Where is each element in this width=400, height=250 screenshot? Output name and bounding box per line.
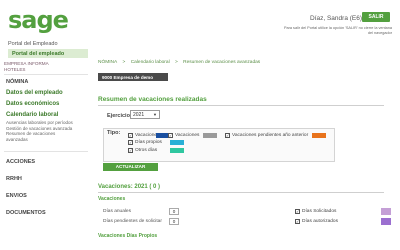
- ejercicio-value: 2021: [133, 112, 145, 118]
- color-swatch: [312, 133, 326, 138]
- sidebar-item-datos-economicos[interactable]: Datos económicos: [0, 101, 92, 107]
- dias-solicitados-label: Días Solicitados: [302, 209, 337, 214]
- divider: [98, 192, 384, 193]
- tipo-label: Tipo:: [107, 130, 121, 136]
- checkbox-checked-icon[interactable]: ✓: [225, 133, 230, 138]
- checkbox-checked-icon[interactable]: ✓: [128, 140, 133, 145]
- sidebar-item-datos-empleado[interactable]: Datos del empleado: [0, 90, 92, 96]
- ejercicio-select[interactable]: 2021 ▼: [130, 110, 160, 119]
- divider: [98, 105, 384, 106]
- portal-subtitle: Portal del empleado: [8, 49, 88, 58]
- sidebar-subitem-resumen[interactable]: Resumen de vacaciones avanzadas: [0, 131, 92, 142]
- user-name: Díaz, Sandra (E6): [310, 15, 363, 22]
- type-label: Vacaciones pendientes año anterior: [232, 133, 309, 138]
- type-checkbox-otros-dias[interactable]: ✓ Otros días: [128, 148, 157, 153]
- checkbox-checked-icon[interactable]: ✓: [128, 148, 133, 153]
- dias-anuales-value: 0: [169, 208, 179, 215]
- dias-autorizados-label: Días autorizados: [302, 219, 338, 224]
- dias-pendientes-label: Días pendientes de solicitar: [103, 219, 162, 224]
- vacaciones-title: Vacaciones: 2021 ( 0 ): [98, 184, 161, 190]
- divider: [4, 151, 88, 152]
- type-label: Otros días: [135, 148, 158, 153]
- dias-pendientes-value: 0: [169, 218, 179, 225]
- type-label: Vacaciones: [175, 133, 200, 138]
- checkbox-checked-icon[interactable]: ✓: [128, 133, 133, 138]
- color-swatch: [170, 148, 184, 153]
- breadcrumb-calendario[interactable]: Calendario laboral: [131, 60, 170, 65]
- breadcrumb-separator: >: [174, 60, 178, 65]
- type-checkbox-vacaciones-1[interactable]: ✓ Vacaciones: [128, 133, 159, 138]
- section-title: Resumen de vacaciones realizadas: [98, 96, 207, 103]
- sidebar-group-rrhh[interactable]: RRHH: [0, 176, 92, 182]
- breadcrumb-nomina[interactable]: NÓMINA: [98, 60, 117, 65]
- portal-title: Portal del Empleado: [8, 41, 58, 47]
- sage-logo: sage: [8, 6, 69, 34]
- sidebar-group-documentos[interactable]: DOCUMENTOS: [0, 210, 92, 216]
- color-swatch: [381, 208, 391, 215]
- dias-solicitados-checkbox[interactable]: ✓ Días Solicitados: [295, 209, 336, 214]
- sidebar: NÓMINA Datos del empleado Datos económic…: [0, 74, 92, 216]
- color-swatch: [381, 218, 391, 225]
- breadcrumb: NÓMINA > Calendario laboral > Resumen de…: [98, 60, 264, 65]
- type-checkbox-dias-propios[interactable]: ✓ Días propios: [128, 140, 162, 145]
- company-banner: 9000 Empresa de demo: [98, 73, 168, 81]
- checkbox-checked-icon[interactable]: ✓: [295, 219, 300, 224]
- color-swatch: [170, 140, 184, 145]
- breadcrumb-separator: >: [122, 60, 126, 65]
- checkbox-checked-icon[interactable]: ✓: [168, 133, 173, 138]
- type-label: Días propios: [135, 140, 162, 145]
- company-line-2: HOTELES: [4, 66, 26, 72]
- sidebar-group-envios[interactable]: ENVIOS: [0, 193, 92, 199]
- checkbox-checked-icon[interactable]: ✓: [295, 209, 300, 214]
- type-checkbox-vacaciones-2[interactable]: ✓ Vacaciones: [168, 133, 199, 138]
- sidebar-item-calendario-laboral[interactable]: Calendario laboral: [0, 112, 92, 118]
- ejercicio-label: Ejercicio:: [107, 113, 132, 119]
- divider: [4, 74, 88, 75]
- type-checkbox-pendientes[interactable]: ✓ Vacaciones pendientes año anterior: [225, 133, 308, 138]
- vacaciones-subtitle: Vacaciones: [98, 196, 126, 202]
- dias-propios-title: Vacaciones Días Propios: [98, 233, 158, 239]
- company-line-1: EMPRESA INFORMA: [4, 61, 49, 66]
- salir-button[interactable]: SALIR: [362, 12, 390, 22]
- actualizar-button[interactable]: ACTUALIZAR: [103, 163, 158, 171]
- logout-note: Para salir del Portal utilice la opción …: [283, 26, 392, 35]
- dias-autorizados-checkbox[interactable]: ✓ Días autorizados: [295, 219, 338, 224]
- breadcrumb-resumen: Resumen de vacaciones avanzadas: [183, 60, 261, 65]
- sidebar-group-nomina[interactable]: NÓMINA: [0, 79, 92, 85]
- company-name: EMPRESA INFORMA HOTELES: [4, 61, 49, 72]
- chevron-down-icon: ▼: [153, 112, 157, 117]
- dias-anuales-label: Días anuales: [103, 209, 131, 214]
- sidebar-group-acciones[interactable]: ACCIONES: [0, 159, 92, 165]
- color-swatch: [203, 133, 217, 138]
